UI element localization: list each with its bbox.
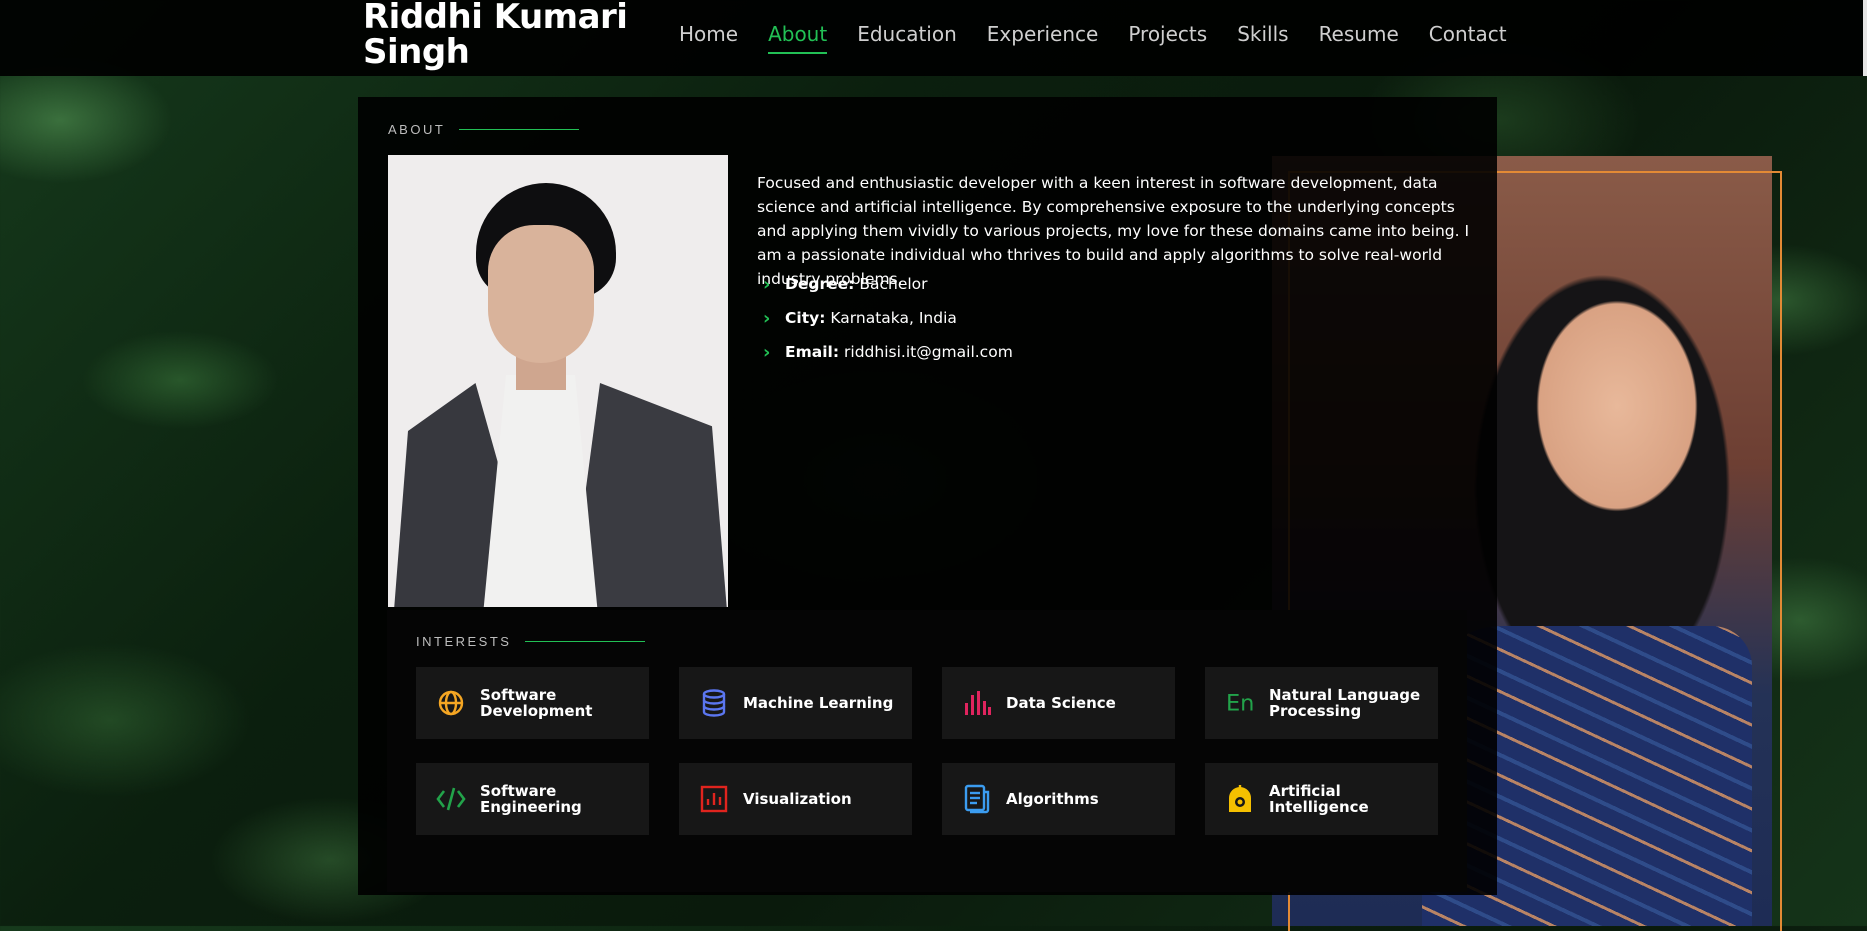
nav-experience[interactable]: Experience (987, 22, 1099, 54)
fact-value: riddhisi.it@gmail.com (844, 343, 1013, 361)
title-underline (525, 641, 646, 642)
fact-value: Karnataka, India (830, 309, 957, 327)
svg-text:En: En (1226, 691, 1254, 717)
interest-card[interactable]: Machine Learning (679, 667, 912, 739)
fact-label: Email: (785, 343, 840, 361)
chevron-right-icon: › (763, 341, 771, 363)
title-underline (459, 129, 580, 130)
interest-card[interactable]: Software Development (416, 667, 649, 739)
interests-grid: Software Development Machine Learning Dat… (416, 667, 1438, 835)
about-section-title: ABOUT (388, 122, 580, 137)
logo-line-1: Riddhi Kumari (363, 0, 628, 37)
bar-chart-icon (962, 688, 992, 718)
about-facts-list: › Degree: Bachelor › City: Karnataka, In… (763, 267, 1013, 369)
interests-section-title: INTERESTS (416, 634, 646, 649)
nav-about[interactable]: About (768, 22, 828, 54)
site-logo[interactable]: Riddhi Kumari Singh (363, 0, 663, 70)
database-icon (699, 688, 729, 718)
logo-line-2: Singh (363, 32, 470, 72)
globe-icon (436, 688, 466, 718)
robot-icon (1225, 784, 1255, 814)
nav-resume[interactable]: Resume (1319, 22, 1399, 54)
interest-label: Artificial Intelligence (1269, 783, 1369, 815)
interests-title-text: INTERESTS (416, 634, 512, 649)
fact-label: City: (785, 309, 826, 327)
fact-degree: › Degree: Bachelor (763, 267, 1013, 301)
nav-contact[interactable]: Contact (1429, 22, 1507, 54)
interest-label-line2: Engineering (480, 798, 582, 816)
interest-card[interactable]: Algorithms (942, 763, 1175, 835)
interest-label-line2: Processing (1269, 702, 1362, 720)
nav-skills[interactable]: Skills (1237, 22, 1288, 54)
interest-card[interactable]: En Natural Language Processing (1205, 667, 1438, 739)
nav-education[interactable]: Education (857, 22, 957, 54)
about-panel: ABOUT Focused and enthusiastic developer… (358, 97, 1497, 895)
interest-card[interactable]: Visualization (679, 763, 912, 835)
fact-city: › City: Karnataka, India (763, 301, 1013, 335)
code-icon (436, 784, 466, 814)
interest-label: Software Engineering (480, 783, 582, 815)
interests-section: INTERESTS Software Development Machine Le… (387, 610, 1467, 892)
photo-face (488, 225, 594, 363)
interest-card[interactable]: Artificial Intelligence (1205, 763, 1438, 835)
fact-email: › Email: riddhisi.it@gmail.com (763, 335, 1013, 369)
nav-home[interactable]: Home (679, 22, 738, 54)
scrollbar-thumb[interactable] (1863, 0, 1867, 76)
interest-card[interactable]: Software Engineering (416, 763, 649, 835)
top-navbar: Riddhi Kumari Singh Home About Education… (0, 0, 1867, 76)
fact-value: Bachelor (859, 275, 928, 293)
interest-label: Data Science (1006, 694, 1116, 712)
interest-label: Natural Language Processing (1269, 687, 1420, 719)
chart-box-icon (699, 784, 729, 814)
language-icon: En (1225, 688, 1255, 718)
nav-projects[interactable]: Projects (1128, 22, 1207, 54)
main-nav: Home About Education Experience Projects… (679, 22, 1537, 54)
photo-shirt (483, 375, 598, 607)
interest-label: Visualization (743, 790, 852, 808)
interest-label: Software Development (480, 687, 592, 719)
chevron-right-icon: › (763, 273, 771, 295)
profile-photo (388, 155, 728, 607)
interest-card[interactable]: Data Science (942, 667, 1175, 739)
fact-label: Degree: (785, 275, 855, 293)
interest-label: Algorithms (1006, 790, 1099, 808)
document-icon (962, 784, 992, 814)
interest-label-line2: Development (480, 702, 593, 720)
chevron-right-icon: › (763, 307, 771, 329)
interest-label-line2: Intelligence (1269, 798, 1369, 816)
about-title-text: ABOUT (388, 122, 446, 137)
interest-label: Machine Learning (743, 694, 894, 712)
